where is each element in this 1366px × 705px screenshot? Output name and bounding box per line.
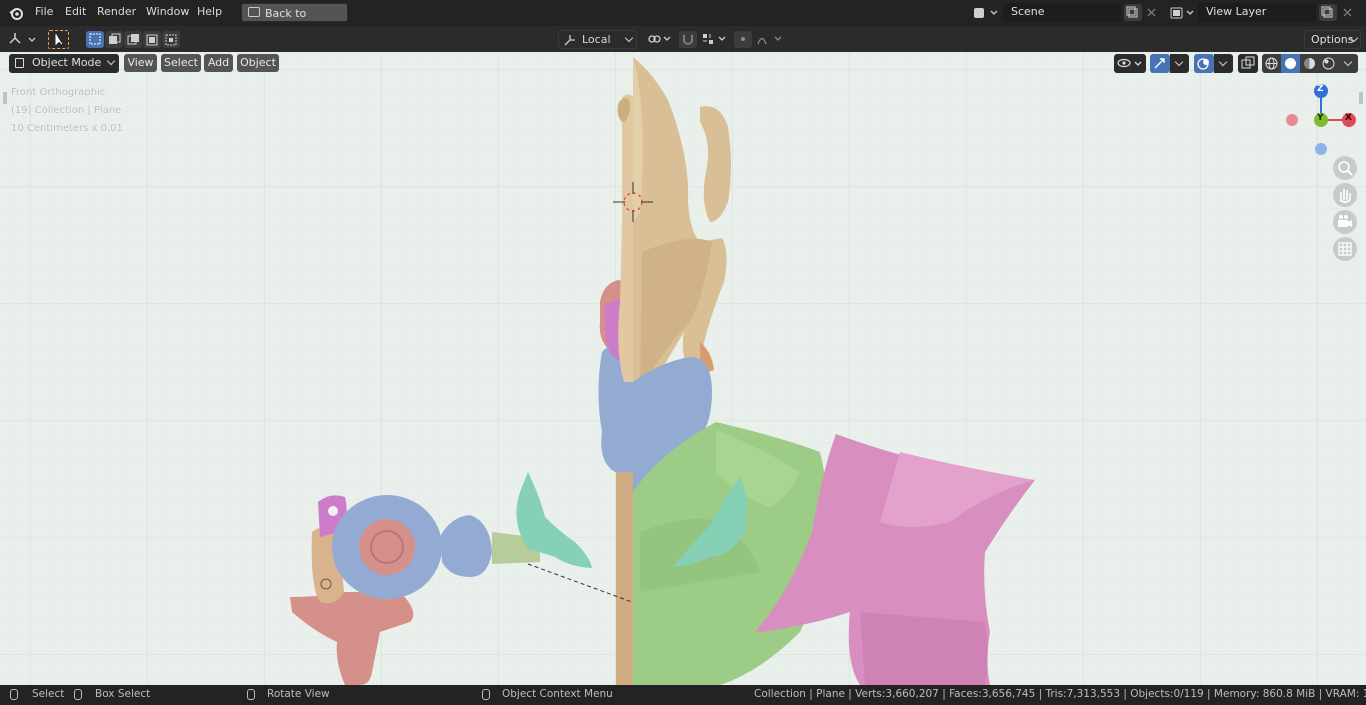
pan-view-icon[interactable] <box>1333 183 1357 207</box>
menu-select[interactable]: Select <box>161 54 201 72</box>
snap-toggle-icon[interactable] <box>679 31 697 48</box>
orientation-value: Local <box>582 33 611 46</box>
editor-type-icon[interactable] <box>7 31 39 48</box>
menu-file[interactable]: File <box>35 5 53 18</box>
shading-rendered-icon[interactable] <box>1319 54 1338 73</box>
delete-view-layer-icon[interactable] <box>1340 4 1356 21</box>
menu-render[interactable]: Render <box>97 5 136 18</box>
object-mode-label: Object Mode <box>32 56 102 69</box>
camera-view-icon[interactable] <box>1333 210 1357 234</box>
shading-material-icon[interactable] <box>1300 54 1319 73</box>
delete-scene-icon[interactable] <box>1144 4 1160 21</box>
falloff-icon[interactable] <box>756 31 784 48</box>
view-layer-type-icon[interactable] <box>1168 5 1196 21</box>
gizmo-x-label: X <box>1345 113 1352 123</box>
gizmo-options-chevron-icon[interactable] <box>1170 54 1189 73</box>
shading-solid-icon[interactable] <box>1281 54 1300 73</box>
status-select: Select <box>32 688 65 700</box>
scene-name: Scene <box>1011 5 1045 18</box>
status-rotate-view: Rotate View <box>267 688 330 700</box>
object-mode-dropdown[interactable]: Object Mode <box>9 54 119 73</box>
visibility-dropdown-icon[interactable] <box>1114 54 1146 73</box>
menu-add[interactable]: Add <box>204 54 233 72</box>
new-view-layer-icon[interactable] <box>1319 4 1337 21</box>
select-tool-icon[interactable] <box>48 30 69 49</box>
scene-statistics: Collection | Plane | Verts:3,660,207 | F… <box>754 688 1366 700</box>
scene-field[interactable]: Scene <box>1003 3 1121 22</box>
select-mode-intersect-icon[interactable] <box>162 31 180 48</box>
zoom-view-icon[interactable] <box>1333 156 1357 180</box>
status-bar: Select Box Select Rotate View Object Con… <box>0 685 1366 705</box>
gizmo-toggle-icon[interactable] <box>1150 54 1170 73</box>
chevron-down-icon <box>106 56 116 66</box>
select-mode-difference-icon[interactable] <box>143 31 161 48</box>
select-mode-subtract-icon[interactable] <box>124 31 142 48</box>
overlays-options-chevron-icon[interactable] <box>1214 54 1233 73</box>
new-scene-icon[interactable] <box>1124 4 1142 21</box>
blender-logo-icon[interactable] <box>9 6 24 21</box>
menu-object[interactable]: Object <box>237 54 279 72</box>
orientation-icon <box>564 35 575 46</box>
gizmo-y-label: Y <box>1317 113 1324 123</box>
view-name-label: Front Orthographic <box>11 87 106 98</box>
snap-target-icon[interactable] <box>700 31 728 48</box>
3d-viewport[interactable]: Front Orthographic (19) Collection | Pla… <box>0 52 1366 685</box>
options-button[interactable]: Options <box>1304 30 1361 49</box>
view-layer-name: View Layer <box>1206 5 1267 18</box>
xray-toggle-icon[interactable] <box>1238 54 1258 73</box>
viewport-scene[interactable] <box>0 52 1366 685</box>
grid-scale-label: 10 Centimeters x 0.01 <box>11 123 123 134</box>
mouse-middle-icon <box>247 689 255 700</box>
collection-label: (19) Collection | Plane <box>11 105 122 116</box>
back-to-previous-button[interactable]: Back to Previous <box>241 3 348 37</box>
mouse-right-icon <box>482 689 490 700</box>
mouse-left-icon <box>10 689 18 700</box>
status-context-menu: Object Context Menu <box>502 688 613 700</box>
menu-window[interactable]: Window <box>146 5 189 18</box>
shading-options-chevron-icon[interactable] <box>1338 54 1358 73</box>
ortho-perspective-toggle-icon[interactable] <box>1333 237 1357 261</box>
object-mode-icon <box>15 58 24 68</box>
chevron-down-icon <box>624 33 634 43</box>
top-bar: File Edit Render Window Help Back to Pre… <box>0 0 1366 37</box>
overlays-toggle-icon[interactable] <box>1194 54 1214 73</box>
shading-wireframe-icon[interactable] <box>1262 54 1281 73</box>
gizmo-z-label: Z <box>1317 84 1324 94</box>
view-layer-field[interactable]: View Layer <box>1198 3 1316 22</box>
proportional-edit-icon[interactable] <box>734 31 752 48</box>
select-mode-new-icon[interactable] <box>86 31 104 48</box>
menu-edit[interactable]: Edit <box>65 5 86 18</box>
pivot-point-icon[interactable] <box>645 31 673 48</box>
scene-type-icon[interactable] <box>972 5 998 21</box>
back-icon <box>248 7 260 17</box>
select-mode-extend-icon[interactable] <box>105 31 123 48</box>
status-box-select: Box Select <box>95 688 151 700</box>
options-label: Options <box>1311 33 1354 46</box>
menu-help[interactable]: Help <box>197 5 222 18</box>
transform-orientation-dropdown[interactable]: Local <box>558 30 637 49</box>
mouse-drag-icon <box>74 689 82 700</box>
tool-header: Local Options <box>0 26 1366 53</box>
menu-view[interactable]: View <box>124 54 157 72</box>
